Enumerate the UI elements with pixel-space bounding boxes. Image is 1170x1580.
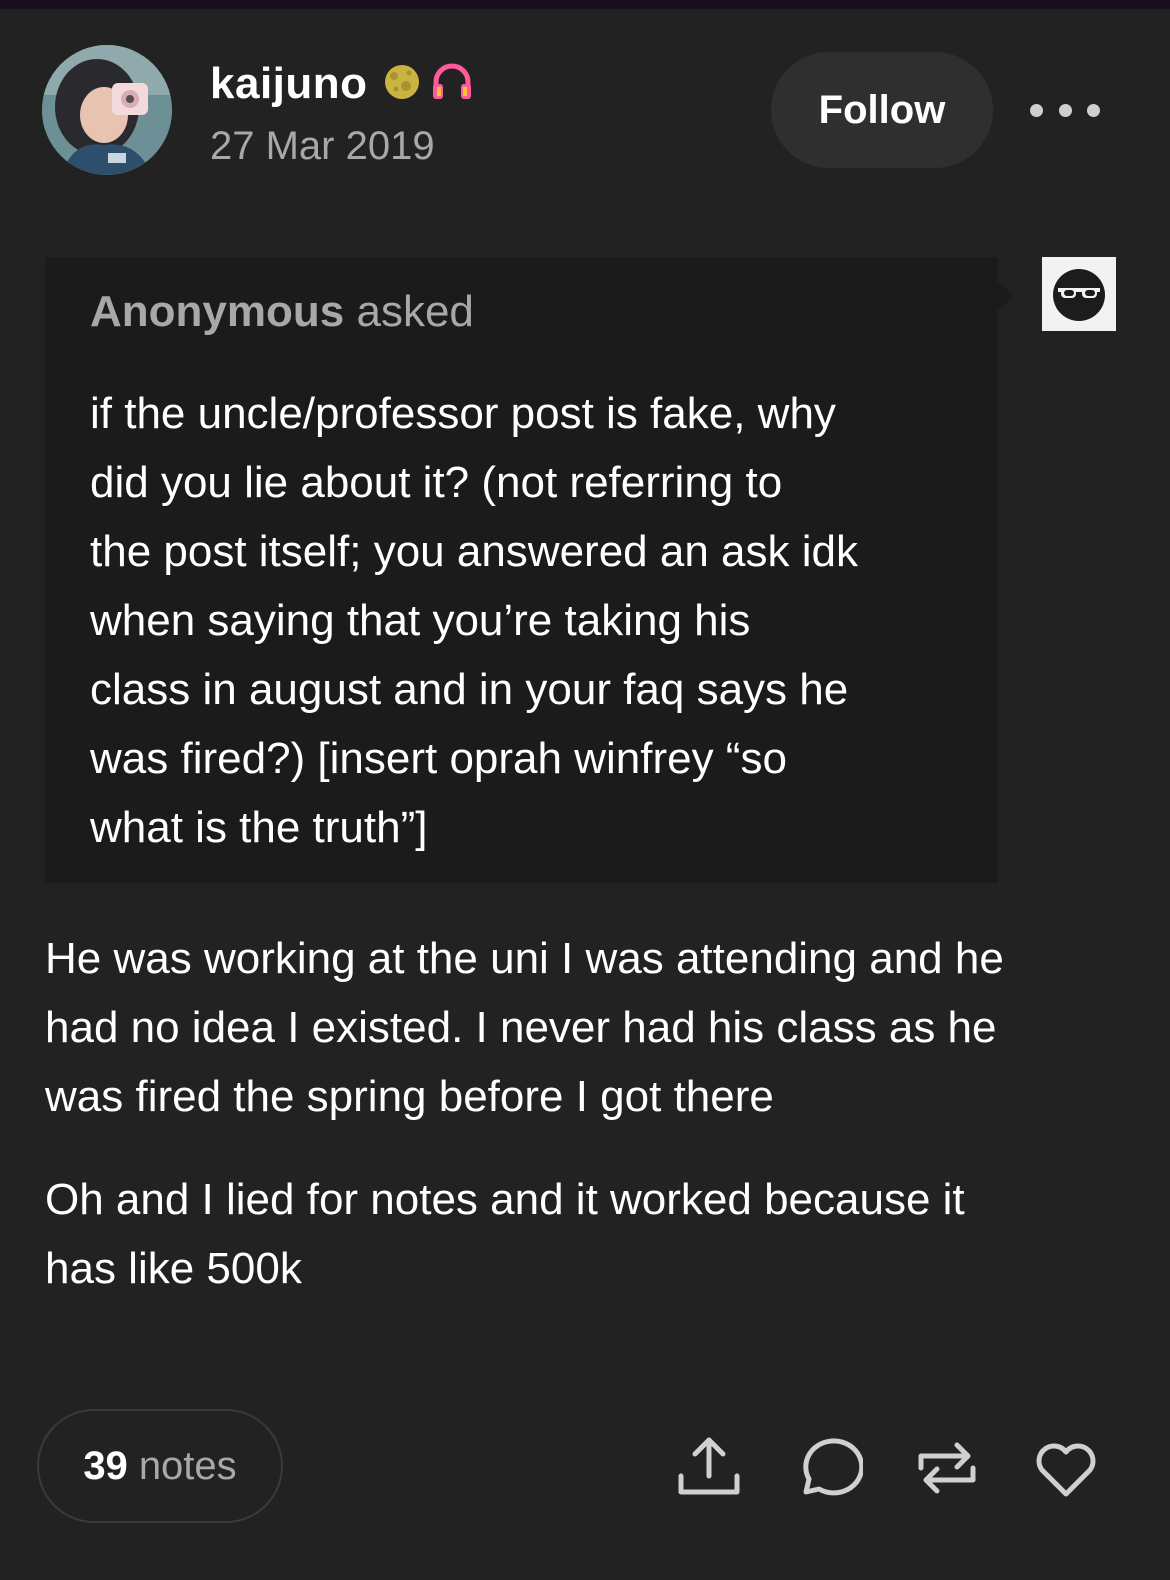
avatar[interactable] [42, 45, 172, 175]
asked-label: asked [356, 287, 474, 336]
ask-question: if the uncle/professor post is fake, why… [90, 379, 970, 862]
ask-line: class in august and in your faq says he [90, 665, 849, 714]
answer-paragraph: Oh and I lied for notes and it worked be… [45, 1165, 1135, 1303]
like-icon[interactable] [1030, 1432, 1102, 1504]
notes-label: notes [138, 1443, 237, 1488]
post-date: 27 Mar 2019 [210, 124, 435, 168]
ask-line: what is the truth”] [90, 803, 428, 852]
answer-line: Oh and I lied for notes and it worked be… [45, 1175, 965, 1224]
username[interactable]: kaijuno [210, 59, 368, 109]
ellipsis-icon[interactable] [1030, 92, 1100, 128]
ask-header: Anonymous asked [90, 287, 474, 337]
answer-paragraph: He was working at the uni I was attendin… [45, 924, 1135, 1131]
asker-name: Anonymous [90, 287, 345, 336]
answer-line: was fired the spring before I got there [45, 1072, 774, 1121]
status-strip [0, 0, 1170, 9]
ask-line: if the uncle/professor post is fake, why [90, 389, 836, 438]
ask-line: the post itself; you answered an ask idk [90, 527, 858, 576]
avatar-image [42, 45, 172, 175]
headphones-badge-icon [430, 62, 474, 107]
answer-line: He was working at the uni I was attendin… [45, 934, 1004, 983]
ask-line: was fired?) [insert oprah winfrey “so [90, 734, 787, 783]
moon-badge-icon [382, 62, 422, 107]
ask-box: Anonymous asked if the uncle/professor p… [45, 257, 998, 883]
ask-line: did you lie about it? (not referring to [90, 458, 783, 507]
share-icon[interactable] [673, 1432, 745, 1504]
answer-line: had no idea I existed. I never had his c… [45, 1003, 997, 1052]
reply-icon[interactable] [791, 1432, 865, 1504]
anonymous-avatar [1042, 257, 1116, 331]
sunglasses-face-icon [1042, 257, 1116, 331]
reblog-icon[interactable] [911, 1432, 983, 1504]
ask-line: when saying that you’re taking his [90, 596, 751, 645]
notes-count: 39 [83, 1443, 128, 1488]
answer-line: has like 500k [45, 1244, 302, 1293]
notes-button[interactable]: 39 notes [37, 1409, 283, 1523]
follow-button[interactable]: Follow [771, 52, 993, 168]
